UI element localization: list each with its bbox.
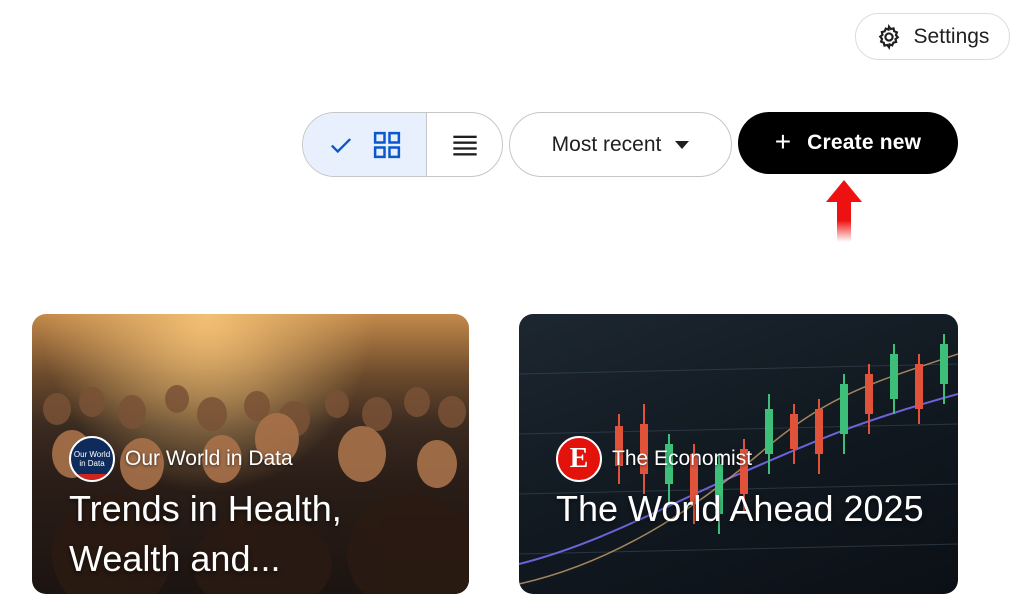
plus-icon: + [774,125,792,157]
report-card[interactable]: E The Economist The World Ahead 2025 [519,314,958,594]
card-title: The World Ahead 2025 [556,488,924,529]
card-source-name: The Economist [612,447,753,470]
create-new-label: Create new [807,131,922,154]
owid-logo: Our World in Data [69,436,115,482]
create-new-button[interactable]: + Create new [738,112,958,174]
settings-label: Settings [913,24,990,48]
report-card[interactable]: Our World in Data Our World in Data Tren… [32,314,469,594]
grid-view-icon [372,130,402,160]
view-toggle [302,112,503,177]
sort-dropdown[interactable]: Most recent [509,112,732,177]
card-title: Trends in Health, Wealth and... [69,488,342,579]
economist-logo: E [556,436,602,482]
sort-label: Most recent [551,132,662,156]
up-arrow-icon [826,180,862,242]
checkmark-icon [328,132,354,158]
card-source-name: Our World in Data [125,447,293,470]
grid-view-button[interactable] [303,113,427,176]
card-source: Our World in Data Our World in Data [69,436,293,482]
gear-icon [876,23,902,50]
list-view-button[interactable] [427,113,502,176]
settings-button[interactable]: Settings [855,13,1010,60]
list-view-icon [451,131,479,159]
card-source: E The Economist [556,436,752,482]
dropdown-arrow-icon [675,140,690,149]
